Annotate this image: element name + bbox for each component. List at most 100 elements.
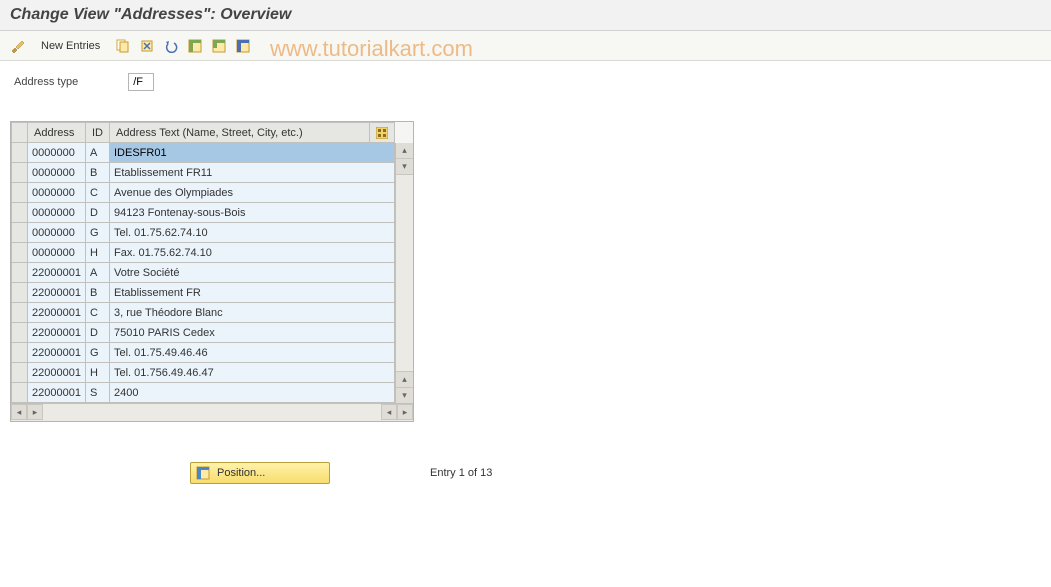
- cell-address-text[interactable]: Tel. 01.75.49.46.46: [110, 343, 395, 363]
- cell-address-text[interactable]: Tel. 01.756.49.46.47: [110, 363, 395, 383]
- row-selector[interactable]: [12, 183, 28, 203]
- cell-address[interactable]: 22000001: [28, 383, 86, 403]
- new-entries-button[interactable]: New Entries: [32, 36, 109, 56]
- toggle-display-change-button[interactable]: [8, 36, 28, 56]
- table-row[interactable]: 0000000GTel. 01.75.62.74.10: [12, 223, 395, 243]
- cell-id[interactable]: H: [86, 363, 110, 383]
- scroll-down-small-button[interactable]: ▾: [396, 159, 413, 175]
- cell-id[interactable]: B: [86, 283, 110, 303]
- column-text[interactable]: Address Text (Name, Street, City, etc.): [110, 123, 370, 143]
- position-button[interactable]: Position...: [190, 462, 330, 484]
- cell-address[interactable]: 22000001: [28, 263, 86, 283]
- vertical-scrollbar[interactable]: ▴ ▾ ▴ ▾: [395, 143, 413, 403]
- entry-counter: Entry 1 of 13: [430, 467, 492, 479]
- cell-address-text[interactable]: 3, rue Théodore Blanc: [110, 303, 395, 323]
- select-all-button[interactable]: [185, 36, 205, 56]
- table-row[interactable]: 22000001D75010 PARIS Cedex: [12, 323, 395, 343]
- cell-address-text[interactable]: Avenue des Olympiades: [110, 183, 395, 203]
- toolbar: New Entries: [0, 31, 1051, 61]
- cell-address[interactable]: 0000000: [28, 183, 86, 203]
- cell-address[interactable]: 0000000: [28, 203, 86, 223]
- cell-address-text[interactable]: Fax. 01.75.62.74.10: [110, 243, 395, 263]
- cell-address[interactable]: 22000001: [28, 363, 86, 383]
- pencil-glasses-icon: [10, 38, 26, 54]
- cell-id[interactable]: G: [86, 223, 110, 243]
- cell-id[interactable]: H: [86, 243, 110, 263]
- table-row[interactable]: 0000000HFax. 01.75.62.74.10: [12, 243, 395, 263]
- row-selector[interactable]: [12, 343, 28, 363]
- cell-id[interactable]: S: [86, 383, 110, 403]
- scroll-right-button[interactable]: ▸: [397, 404, 413, 420]
- column-id[interactable]: ID: [86, 123, 110, 143]
- cell-address[interactable]: 22000001: [28, 343, 86, 363]
- cell-address[interactable]: 0000000: [28, 243, 86, 263]
- undo-change-button[interactable]: [161, 36, 181, 56]
- scroll-left-small-button[interactable]: ◂: [381, 404, 397, 420]
- cell-address-text[interactable]: 75010 PARIS Cedex: [110, 323, 395, 343]
- scroll-down-button[interactable]: ▾: [396, 387, 413, 403]
- row-selector[interactable]: [12, 263, 28, 283]
- copy-as-button[interactable]: [113, 36, 133, 56]
- row-selector[interactable]: [12, 203, 28, 223]
- cell-address[interactable]: 22000001: [28, 303, 86, 323]
- undo-icon: [164, 39, 178, 53]
- scroll-left-button[interactable]: ◂: [11, 404, 27, 420]
- cell-id[interactable]: B: [86, 163, 110, 183]
- scroll-right-small-button[interactable]: ▸: [27, 404, 43, 420]
- cell-address-text[interactable]: Etablissement FR11: [110, 163, 395, 183]
- table-row[interactable]: 22000001C3, rue Théodore Blanc: [12, 303, 395, 323]
- cell-address-text[interactable]: 2400: [110, 383, 395, 403]
- delete-button[interactable]: [137, 36, 157, 56]
- cell-address-text[interactable]: Votre Société: [110, 263, 395, 283]
- table-row[interactable]: 0000000BEtablissement FR11: [12, 163, 395, 183]
- column-address[interactable]: Address: [28, 123, 86, 143]
- select-block-icon: [212, 39, 226, 53]
- table-row[interactable]: 0000000CAvenue des Olympiades: [12, 183, 395, 203]
- cell-id[interactable]: A: [86, 263, 110, 283]
- cell-address[interactable]: 22000001: [28, 323, 86, 343]
- scroll-up-small-button[interactable]: ▴: [396, 371, 413, 387]
- table-row[interactable]: 0000000D94123 Fontenay-sous-Bois: [12, 203, 395, 223]
- cell-address-text[interactable]: IDESFR01: [110, 143, 395, 163]
- table-row[interactable]: 22000001GTel. 01.75.49.46.46: [12, 343, 395, 363]
- row-selector[interactable]: [12, 163, 28, 183]
- row-selector[interactable]: [12, 363, 28, 383]
- row-selector[interactable]: [12, 303, 28, 323]
- page-title: Change View "Addresses": Overview: [0, 0, 1051, 31]
- cell-id[interactable]: D: [86, 323, 110, 343]
- cell-address-text[interactable]: Etablissement FR: [110, 283, 395, 303]
- row-selector[interactable]: [12, 223, 28, 243]
- cell-address-text[interactable]: 94123 Fontenay-sous-Bois: [110, 203, 395, 223]
- table-row[interactable]: 22000001HTel. 01.756.49.46.47: [12, 363, 395, 383]
- cell-address[interactable]: 0000000: [28, 163, 86, 183]
- row-selector[interactable]: [12, 143, 28, 163]
- table-row[interactable]: 22000001S2400: [12, 383, 395, 403]
- cell-id[interactable]: C: [86, 183, 110, 203]
- table-row[interactable]: 0000000AIDESFR01: [12, 143, 395, 163]
- cell-id[interactable]: G: [86, 343, 110, 363]
- cell-address-text[interactable]: Tel. 01.75.62.74.10: [110, 223, 395, 243]
- cell-address[interactable]: 0000000: [28, 143, 86, 163]
- row-selector[interactable]: [12, 323, 28, 343]
- address-type-label: Address type: [14, 76, 78, 88]
- horizontal-scrollbar[interactable]: ◂ ▸ ◂ ▸: [11, 403, 413, 421]
- cell-address[interactable]: 0000000: [28, 223, 86, 243]
- deselect-all-button[interactable]: [233, 36, 253, 56]
- row-selector[interactable]: [12, 243, 28, 263]
- content-area: Address type Address ID Address Text (Na…: [0, 61, 1051, 496]
- address-type-input[interactable]: [128, 73, 154, 91]
- table-row[interactable]: 22000001AVotre Société: [12, 263, 395, 283]
- table-row[interactable]: 22000001BEtablissement FR: [12, 283, 395, 303]
- cell-id[interactable]: C: [86, 303, 110, 323]
- address-type-field-row: Address type: [10, 73, 1041, 91]
- select-block-button[interactable]: [209, 36, 229, 56]
- column-selector[interactable]: [12, 123, 28, 143]
- row-selector[interactable]: [12, 383, 28, 403]
- table-configure-button[interactable]: [370, 123, 395, 143]
- table-footer: Position... Entry 1 of 13: [10, 462, 1041, 484]
- cell-id[interactable]: D: [86, 203, 110, 223]
- row-selector[interactable]: [12, 283, 28, 303]
- cell-id[interactable]: A: [86, 143, 110, 163]
- scroll-up-button[interactable]: ▴: [396, 143, 413, 159]
- cell-address[interactable]: 22000001: [28, 283, 86, 303]
